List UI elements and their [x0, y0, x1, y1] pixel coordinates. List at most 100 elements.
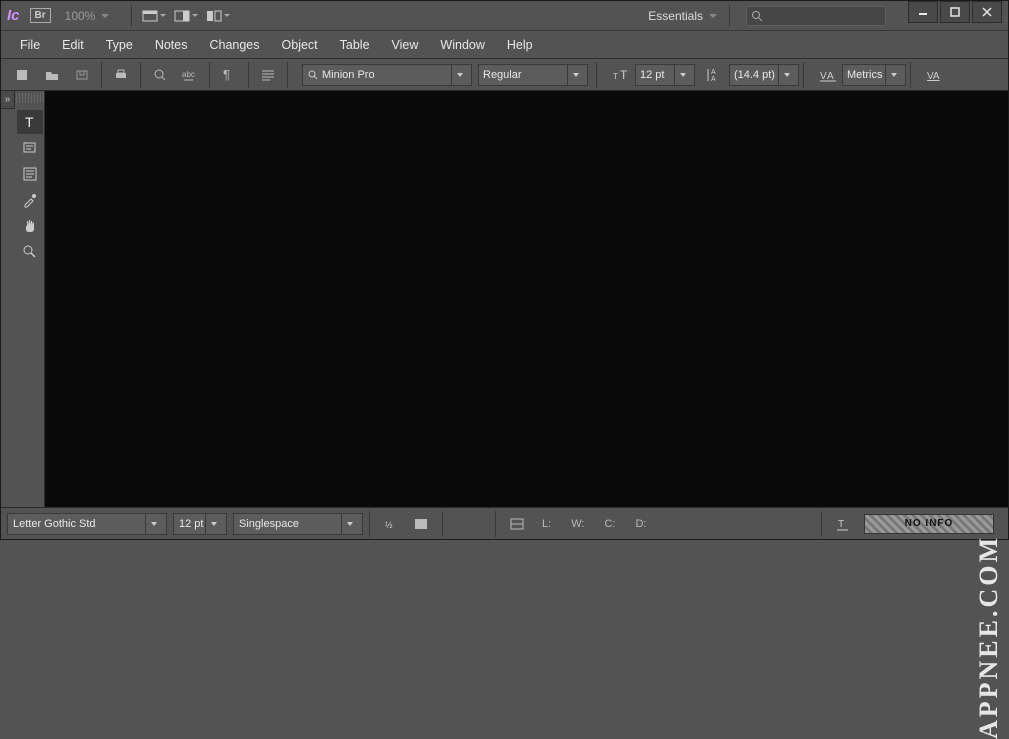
screen-mode-button[interactable] — [172, 5, 200, 27]
pilcrow-icon: ¶ — [223, 68, 235, 82]
menu-object[interactable]: Object — [271, 31, 329, 59]
paragraph-spacing-button[interactable]: ½ — [377, 511, 405, 537]
font-size-value: 12 pt — [640, 69, 664, 81]
type-tool[interactable]: T — [17, 110, 43, 134]
svg-text:A: A — [711, 69, 716, 76]
panel-grip[interactable] — [16, 93, 44, 103]
svg-text:T: T — [838, 519, 844, 530]
copyfit-button[interactable]: T — [829, 511, 857, 537]
watermark-text: APPNEE.COM — [974, 535, 1004, 739]
search-icon — [751, 10, 763, 22]
separator — [821, 511, 822, 537]
title-bar: Ic Br 100% Essentials — [1, 1, 1008, 31]
status-bar: Letter Gothic Std 12 pt Singlespace ½ L:… — [1, 507, 1008, 539]
eyedropper-tool[interactable] — [17, 188, 43, 212]
type-icon: T — [22, 114, 38, 130]
menu-view[interactable]: View — [381, 31, 430, 59]
kerning-dropdown[interactable]: Metrics — [842, 64, 906, 86]
print-button[interactable] — [107, 62, 135, 88]
menu-file[interactable]: File — [9, 31, 51, 59]
hand-icon — [22, 218, 38, 234]
font-size-dropdown[interactable]: 12 pt — [635, 64, 695, 86]
spacing-icon: ½ — [384, 517, 398, 531]
menu-table[interactable]: Table — [329, 31, 381, 59]
bridge-badge[interactable]: Br — [30, 8, 51, 23]
menu-notes[interactable]: Notes — [144, 31, 199, 59]
expand-panel-button[interactable] — [1, 91, 15, 109]
zoom-level[interactable]: 100% — [65, 9, 96, 23]
new-doc-button[interactable] — [8, 62, 36, 88]
svg-text:T: T — [25, 114, 34, 130]
separator — [369, 511, 370, 537]
separator — [910, 62, 911, 88]
arrange-documents-button[interactable] — [204, 5, 232, 27]
align-button[interactable] — [254, 62, 282, 88]
menu-edit[interactable]: Edit — [51, 31, 95, 59]
stats-button[interactable] — [503, 511, 531, 537]
panel-collapse-strip — [1, 91, 15, 507]
separator — [495, 511, 496, 537]
position-tool[interactable] — [17, 162, 43, 186]
separator — [803, 62, 804, 88]
zoom-dropdown-caret[interactable] — [101, 14, 109, 18]
font-family-dropdown[interactable]: Minion Pro — [302, 64, 472, 86]
search-input[interactable] — [746, 6, 886, 26]
tools-panel: T — [15, 91, 45, 507]
screen-icon — [174, 9, 190, 23]
menu-window[interactable]: Window — [429, 31, 495, 59]
arrange-icon — [206, 9, 222, 23]
leading-dropdown[interactable]: (14.4 pt) — [729, 64, 799, 86]
menu-changes[interactable]: Changes — [198, 31, 270, 59]
spellcheck-button[interactable]: abc — [176, 62, 204, 88]
line-spacing-dropdown[interactable]: Singlespace — [233, 513, 363, 535]
status-size-dropdown[interactable]: 12 pt — [173, 513, 227, 535]
separator — [131, 5, 132, 27]
open-button[interactable] — [38, 62, 66, 88]
svg-text:½: ½ — [385, 520, 393, 530]
tracking-icon: VA — [925, 64, 947, 86]
metric-lines: L: — [542, 518, 551, 530]
svg-text:abc: abc — [182, 70, 195, 79]
hand-tool[interactable] — [17, 214, 43, 238]
leading-value: (14.4 pt) — [734, 69, 775, 81]
status-font-value: Letter Gothic Std — [13, 518, 96, 530]
status-size-value: 12 pt — [179, 518, 203, 530]
justify-button[interactable] — [407, 511, 435, 537]
separator — [101, 62, 102, 88]
save-icon — [75, 68, 89, 82]
separator — [729, 5, 730, 27]
kerning-icon: VA — [818, 64, 840, 86]
position-icon — [22, 166, 38, 182]
copyfit-icon: T — [836, 517, 850, 531]
leading-icon: AA — [705, 64, 727, 86]
font-size-icon: TT — [611, 64, 633, 86]
workspace-switcher[interactable]: Essentials — [648, 9, 703, 23]
separator — [287, 62, 288, 88]
find-button[interactable] — [146, 62, 174, 88]
folder-icon — [45, 69, 59, 81]
line-spacing-value: Singlespace — [239, 518, 299, 530]
minimize-button[interactable] — [908, 1, 938, 23]
menu-type[interactable]: Type — [95, 31, 144, 59]
zoom-tool[interactable] — [17, 240, 43, 264]
menu-help[interactable]: Help — [496, 31, 544, 59]
align-icon — [261, 69, 275, 81]
close-button[interactable] — [972, 1, 1002, 23]
font-style-dropdown[interactable]: Regular — [478, 64, 588, 86]
workspace-caret[interactable] — [709, 14, 717, 18]
stats-icon — [510, 518, 524, 530]
note-tool[interactable] — [17, 136, 43, 160]
separator — [596, 62, 597, 88]
copyfit-info: NO INFO — [864, 514, 994, 534]
view-options-button[interactable] — [140, 5, 168, 27]
metric-depth: D: — [635, 518, 646, 530]
status-font-dropdown[interactable]: Letter Gothic Std — [7, 513, 167, 535]
control-toolbar: abc ¶ Minion Pro Regular TT 12 pt AA (14… — [1, 59, 1008, 91]
pilcrow-button[interactable]: ¶ — [215, 62, 243, 88]
separator — [140, 62, 141, 88]
font-style-value: Regular — [483, 69, 522, 81]
document-canvas[interactable]: APPNEE.COM — [45, 91, 1008, 507]
maximize-button[interactable] — [940, 1, 970, 23]
save-button[interactable] — [68, 62, 96, 88]
separator — [209, 62, 210, 88]
